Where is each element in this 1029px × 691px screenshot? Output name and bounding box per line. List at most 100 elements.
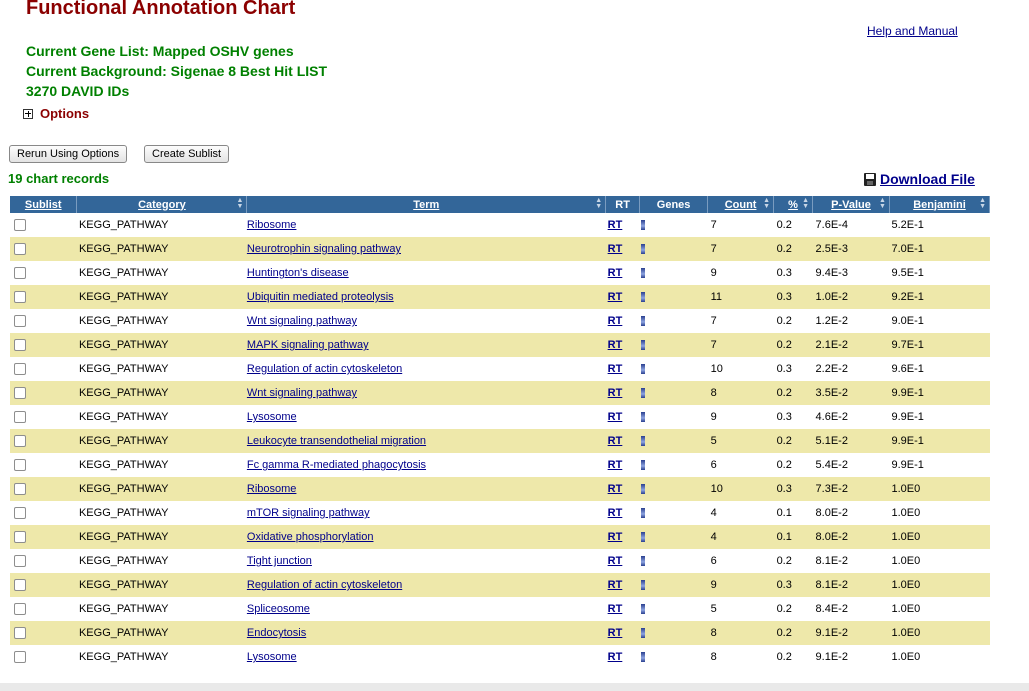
sublist-checkbox[interactable] xyxy=(14,651,26,664)
sublist-checkbox[interactable] xyxy=(14,555,26,568)
rt-link[interactable]: RT xyxy=(608,627,623,639)
sublist-checkbox[interactable] xyxy=(14,531,26,544)
genes-bar-icon[interactable] xyxy=(640,604,645,615)
sublist-checkbox[interactable] xyxy=(14,267,26,280)
sort-arrows-icon[interactable]: ▲ ▼ xyxy=(595,197,602,210)
genes-bar-icon[interactable] xyxy=(640,628,645,639)
column-header-percent[interactable]: % ▲ ▼ xyxy=(773,196,814,213)
genes-bar-icon[interactable] xyxy=(640,244,645,255)
genes-bar-icon[interactable] xyxy=(640,580,645,591)
genes-bar-icon[interactable] xyxy=(640,316,645,327)
sublist-checkbox[interactable] xyxy=(14,459,26,472)
term-link[interactable]: Oxidative phosphorylation xyxy=(247,531,374,543)
genes-bar-icon[interactable] xyxy=(640,340,645,351)
sublist-checkbox[interactable] xyxy=(14,579,26,592)
term-link[interactable]: Wnt signaling pathway xyxy=(247,315,357,327)
column-header-sublist: Sublist xyxy=(10,196,78,213)
download-file-link[interactable]: Download File xyxy=(864,171,975,187)
genes-bar-icon[interactable] xyxy=(640,460,645,471)
sublist-checkbox[interactable] xyxy=(14,627,26,640)
genes-bar-icon[interactable] xyxy=(640,388,645,399)
rt-link[interactable]: RT xyxy=(608,435,623,447)
rt-link[interactable]: RT xyxy=(608,555,623,567)
term-link[interactable]: Leukocyte transendothelial migration xyxy=(247,435,426,447)
rt-link[interactable]: RT xyxy=(608,531,623,543)
sublist-checkbox[interactable] xyxy=(14,603,26,616)
sublist-checkbox[interactable] xyxy=(14,363,26,376)
term-link[interactable]: Neurotrophin signaling pathway xyxy=(247,243,401,255)
term-link[interactable]: Lysosome xyxy=(247,651,297,663)
genes-bar-icon[interactable] xyxy=(640,292,645,303)
rt-link[interactable]: RT xyxy=(608,387,623,399)
genes-bar-icon[interactable] xyxy=(640,508,645,519)
rt-link[interactable]: RT xyxy=(608,483,623,495)
sublist-checkbox[interactable] xyxy=(14,435,26,448)
term-link[interactable]: Lysosome xyxy=(247,411,297,423)
rt-link[interactable]: RT xyxy=(608,267,623,279)
genes-cell xyxy=(639,525,708,549)
percent-cell: 0.3 xyxy=(776,363,792,375)
term-link[interactable]: Huntington's disease xyxy=(247,267,349,279)
term-link[interactable]: Ubiquitin mediated proteolysis xyxy=(247,291,394,303)
term-link[interactable]: Wnt signaling pathway xyxy=(247,387,357,399)
column-header-count[interactable]: Count ▲ ▼ xyxy=(707,196,775,213)
term-link[interactable]: MAPK signaling pathway xyxy=(247,339,369,351)
term-link[interactable]: Regulation of actin cytoskeleton xyxy=(247,363,402,375)
sublist-checkbox[interactable] xyxy=(14,387,26,400)
term-link[interactable]: mTOR signaling pathway xyxy=(247,507,370,519)
rt-link[interactable]: RT xyxy=(608,315,623,327)
rt-link[interactable]: RT xyxy=(608,243,623,255)
sort-arrows-icon[interactable]: ▲ ▼ xyxy=(802,197,809,210)
options-toggle[interactable]: Options xyxy=(23,106,89,121)
genes-bar-icon[interactable] xyxy=(640,436,645,447)
column-header-benjamini[interactable]: Benjamini ▲ ▼ xyxy=(889,196,991,213)
sublist-checkbox[interactable] xyxy=(14,339,26,352)
rt-link[interactable]: RT xyxy=(608,507,623,519)
sublist-checkbox[interactable] xyxy=(14,219,26,232)
term-link[interactable]: Ribosome xyxy=(247,219,297,231)
term-link[interactable]: Endocytosis xyxy=(247,627,306,639)
term-link[interactable]: Regulation of actin cytoskeleton xyxy=(247,579,402,591)
rt-link[interactable]: RT xyxy=(608,363,623,375)
rt-cell: RT xyxy=(605,285,640,309)
rt-link[interactable]: RT xyxy=(608,651,623,663)
rt-link[interactable]: RT xyxy=(608,339,623,351)
percent-cell: 0.2 xyxy=(776,603,792,615)
rt-link[interactable]: RT xyxy=(608,219,623,231)
sort-arrows-icon[interactable]: ▲ ▼ xyxy=(979,197,986,210)
sublist-checkbox[interactable] xyxy=(14,291,26,304)
help-manual-link[interactable]: Help and Manual xyxy=(867,24,958,38)
sublist-checkbox[interactable] xyxy=(14,243,26,256)
column-header-category[interactable]: Category ▲ ▼ xyxy=(76,196,248,213)
genes-bar-icon[interactable] xyxy=(640,652,645,663)
genes-bar-icon[interactable] xyxy=(640,412,645,423)
term-link[interactable]: Spliceosome xyxy=(247,603,310,615)
column-header-pvalue[interactable]: P-Value ▲ ▼ xyxy=(812,196,890,213)
rt-cell: RT xyxy=(605,573,640,597)
term-link[interactable]: Tight junction xyxy=(247,555,312,567)
genes-bar-icon[interactable] xyxy=(640,220,645,231)
sort-arrows-icon[interactable]: ▲ ▼ xyxy=(236,197,243,210)
rt-link[interactable]: RT xyxy=(608,579,623,591)
create-sublist-button[interactable]: Create Sublist xyxy=(144,145,230,163)
rt-link[interactable]: RT xyxy=(608,459,623,471)
genes-bar-icon[interactable] xyxy=(640,268,645,279)
genes-bar-icon[interactable] xyxy=(640,556,645,567)
rerun-using-options-button[interactable]: Rerun Using Options xyxy=(9,145,128,163)
sublist-checkbox[interactable] xyxy=(14,315,26,328)
genes-bar-icon[interactable] xyxy=(640,364,645,375)
sublist-checkbox[interactable] xyxy=(14,411,26,424)
rt-link[interactable]: RT xyxy=(608,411,623,423)
sublist-checkbox[interactable] xyxy=(14,507,26,520)
sublist-checkbox[interactable] xyxy=(14,483,26,496)
sort-arrows-icon[interactable]: ▲ ▼ xyxy=(763,197,770,210)
rt-link[interactable]: RT xyxy=(608,291,623,303)
genes-bar-icon[interactable] xyxy=(640,532,645,543)
column-header-term[interactable]: Term ▲ ▼ xyxy=(246,196,607,213)
genes-bar-icon[interactable] xyxy=(640,484,645,495)
term-link[interactable]: Ribosome xyxy=(247,483,297,495)
term-link[interactable]: Fc gamma R-mediated phagocytosis xyxy=(247,459,426,471)
rt-link[interactable]: RT xyxy=(608,603,623,615)
sort-arrows-icon[interactable]: ▲ ▼ xyxy=(879,197,886,210)
benjamini-cell: 9.9E-1 xyxy=(889,429,990,453)
